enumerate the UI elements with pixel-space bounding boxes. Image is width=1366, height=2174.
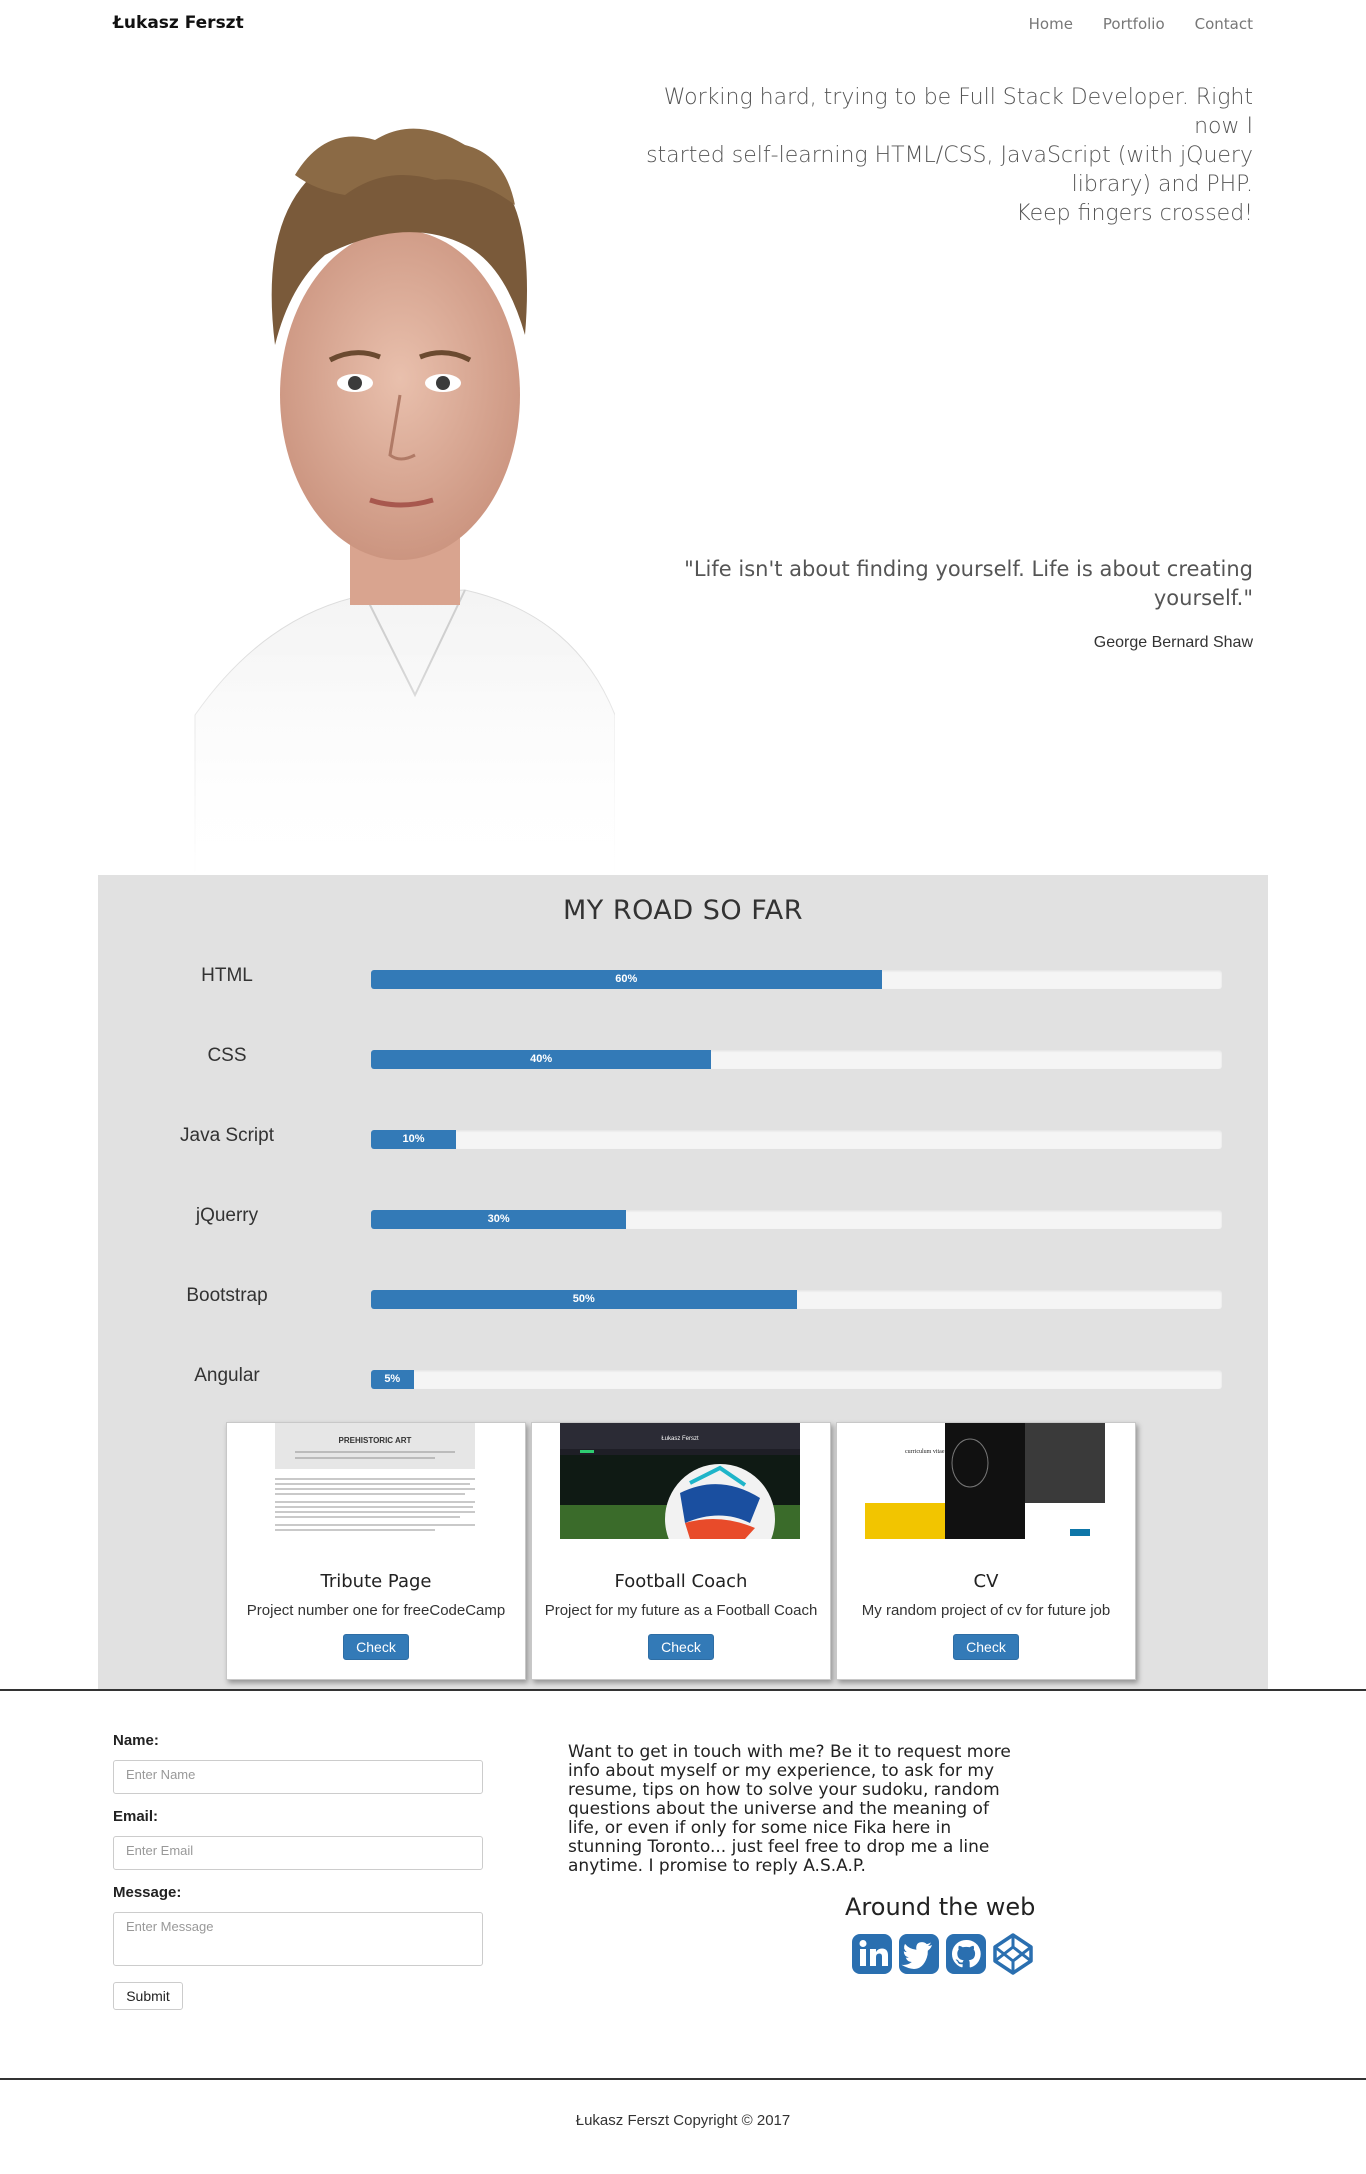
contact-line: Want to get in touch with me? Be it to r… — [568, 1742, 1011, 1762]
project-card-tribute: PREHISTORIC ART Tribute Page Project num… — [226, 1422, 526, 1680]
skill-name: HTML — [201, 965, 253, 986]
progress-track: 60% — [371, 970, 1222, 989]
intro-text: Working hard, trying to be Full Stack De… — [633, 83, 1253, 228]
quote-line: yourself." — [1153, 586, 1253, 610]
hero-section: Working hard, trying to be Full Stack De… — [0, 50, 1366, 875]
email-field[interactable]: Enter Email — [113, 1836, 483, 1870]
social-links — [850, 1932, 1035, 1976]
skill-row-html: HTML 60% — [98, 957, 1268, 997]
linkedin-icon[interactable] — [850, 1932, 894, 1976]
intro-line: library) and PHP. — [1071, 172, 1253, 197]
progress-bar: 40% — [371, 1050, 712, 1069]
project-description: Project for my future as a Football Coac… — [544, 1602, 818, 1619]
project-thumbnail: PREHISTORIC ART — [255, 1423, 495, 1539]
progress-bar: 10% — [371, 1130, 457, 1149]
intro-line: Keep fingers crossed! — [1016, 201, 1253, 226]
portrait-photo — [175, 95, 615, 875]
check-button[interactable]: Check — [343, 1634, 409, 1660]
intro-line: Working hard, trying to be Full Stack De… — [663, 85, 1253, 139]
nav-link-home[interactable]: Home — [1029, 15, 1073, 33]
message-field[interactable]: Enter Message — [113, 1912, 483, 1966]
project-card-football: Łukasz Ferszt Football Coach Project for… — [531, 1422, 831, 1680]
project-thumbnail: curriculum vitae — [865, 1423, 1105, 1539]
footer-divider — [0, 2078, 1366, 2080]
name-label: Name: — [113, 1732, 159, 1749]
progress-bar: 5% — [371, 1370, 414, 1389]
progress-track: 30% — [371, 1210, 1222, 1229]
nav-link-portfolio[interactable]: Portfolio — [1103, 15, 1165, 33]
skill-name: Java Script — [180, 1125, 274, 1146]
contact-line: life, or even if only for some nice Fika… — [568, 1818, 952, 1838]
skill-row-angular: Angular 5% — [98, 1357, 1268, 1397]
brand-name[interactable]: Łukasz Ferszt — [113, 13, 244, 33]
skill-row-javascript: Java Script 10% — [98, 1117, 1268, 1157]
check-button[interactable]: Check — [648, 1634, 714, 1660]
progress-track: 50% — [371, 1290, 1222, 1309]
progress-bar: 50% — [371, 1290, 797, 1309]
progress-bar: 30% — [371, 1210, 627, 1229]
contact-line: info about myself or my experience, to a… — [568, 1761, 995, 1781]
submit-button[interactable]: Submit — [113, 1982, 183, 2010]
project-description: Project number one for freeCodeCamp — [246, 1602, 506, 1619]
contact-line: resume, tips on how to solve your sudoku… — [568, 1780, 1000, 1800]
progress-track: 40% — [371, 1050, 1222, 1069]
thumb-title: PREHISTORIC ART — [339, 1436, 412, 1445]
nav-link-contact[interactable]: Contact — [1195, 15, 1253, 33]
codepen-icon[interactable] — [991, 1932, 1035, 1976]
skill-name: jQuerry — [195, 1205, 259, 1226]
email-label: Email: — [113, 1808, 159, 1825]
skills-title: MY ROAD SO FAR — [562, 895, 803, 926]
project-title: Football Coach — [614, 1571, 748, 1592]
thumb-title: curriculum vitae — [905, 1449, 945, 1455]
quote: "Life isn't about finding yourself. Life… — [633, 555, 1253, 613]
github-icon[interactable] — [944, 1932, 988, 1976]
quote-line: "Life isn't about finding yourself. Life… — [684, 557, 1253, 581]
project-thumbnail: Łukasz Ferszt — [560, 1423, 800, 1539]
progress-track: 10% — [371, 1130, 1222, 1149]
around-the-web-title: Around the web — [845, 1893, 1036, 1921]
thumb-title: Łukasz Ferszt — [661, 1436, 699, 1442]
skill-row-css: CSS 40% — [98, 1037, 1268, 1077]
footer-copyright: Łukasz Ferszt Copyright © 2017 — [575, 2112, 791, 2129]
contact-line: questions about the universe and the mea… — [568, 1799, 989, 1819]
skill-name: Angular — [194, 1365, 260, 1386]
section-divider — [0, 1689, 1366, 1691]
contact-text: Want to get in touch with me? Be it to r… — [568, 1743, 1038, 1876]
nav-links: Home Portfolio Contact — [1029, 15, 1253, 33]
project-title: Tribute Page — [320, 1571, 432, 1592]
message-label: Message: — [113, 1884, 182, 1901]
navbar: Łukasz Ferszt Home Portfolio Contact — [0, 0, 1366, 50]
skill-row-jquery: jQuerry 30% — [98, 1197, 1268, 1237]
project-card-cv: curriculum vitae CV My random project of… — [836, 1422, 1136, 1680]
skill-row-bootstrap: Bootstrap 50% — [98, 1277, 1268, 1317]
quote-author: George Bernard Shaw — [1093, 634, 1253, 651]
name-field[interactable]: Enter Name — [113, 1760, 483, 1794]
progress-bar: 60% — [371, 970, 882, 989]
project-title: CV — [973, 1571, 999, 1592]
intro-line: started self-learning HTML/CSS, JavaScri… — [646, 143, 1253, 168]
skill-name: Bootstrap — [186, 1285, 268, 1306]
check-button[interactable]: Check — [953, 1634, 1019, 1660]
project-description: My random project of cv for future job — [861, 1602, 1111, 1619]
progress-track: 5% — [371, 1370, 1222, 1389]
contact-line: anytime. I promise to reply A.S.A.P. — [568, 1856, 866, 1876]
contact-line: stunning Toronto... just feel free to dr… — [568, 1837, 990, 1857]
project-cards: PREHISTORIC ART Tribute Page Project num… — [226, 1422, 1138, 1680]
skill-name: CSS — [207, 1045, 247, 1066]
twitter-icon[interactable] — [897, 1932, 941, 1976]
